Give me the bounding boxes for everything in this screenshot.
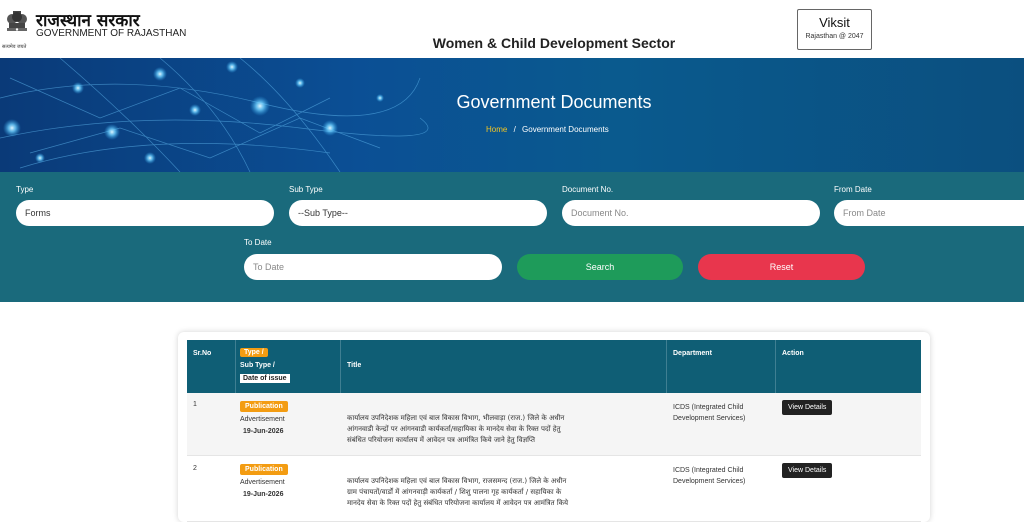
breadcrumb-separator: / (513, 125, 516, 134)
to-date-label: To Date (244, 238, 272, 247)
filter-panel: Type Forms Sub Type --Sub Type-- Documen… (0, 172, 1024, 302)
row-srno: 2 (193, 465, 197, 472)
subtype-label: Sub Type (289, 185, 323, 194)
viksit-title: Viksit (819, 15, 850, 30)
view-details-button[interactable]: View Details (782, 400, 833, 415)
view-details-button[interactable]: View Details (782, 463, 833, 478)
row-type-badge: Publication (240, 401, 288, 412)
type-select[interactable]: Forms (16, 200, 274, 226)
row-title[interactable]: कार्यालय उपनिदेशक महिला एवं बाल विकास वि… (347, 476, 568, 509)
subtype-select[interactable]: --Sub Type-- (289, 200, 547, 226)
header-srno-label: Sr.No (193, 350, 212, 357)
header-action-label: Action (782, 350, 804, 357)
page-title: Government Documents (456, 92, 652, 112)
row-title-line: संबंधित परियोजना कार्यालय में आवेदन पत्र… (347, 436, 536, 444)
to-date-input[interactable]: To Date (244, 254, 502, 280)
type-label: Type (16, 185, 34, 194)
row-title-line: कार्यालय उपनिदेशक महिला एवं बाल विकास वि… (347, 414, 565, 422)
network-background-graphic (0, 58, 1024, 172)
row-subtype: Advertisement (240, 416, 285, 423)
search-button[interactable]: Search (517, 254, 683, 280)
table-row: 1 Publication Advertisement 19-Jun-2026 … (187, 393, 921, 456)
row-date: 19-Jun-2026 (243, 428, 284, 435)
page-banner: Government Documents Home / Government D… (0, 58, 1024, 172)
header-srno: Sr.No (187, 340, 236, 393)
row-department-line: Development Services) (673, 415, 746, 422)
breadcrumb-current: Government Documents (522, 125, 609, 134)
header-title-label: Title (347, 362, 362, 369)
row-department-line: ICDS (Integrated Child (673, 467, 744, 474)
viksit-rajasthan-logo[interactable]: Viksit Rajasthan @ 2047 (797, 9, 872, 50)
row-title-line: मानदेय सेवा के रिक्त पदों हेतु संबंधित प… (347, 499, 569, 507)
breadcrumb-home-link[interactable]: Home (486, 125, 507, 134)
header-type: Type / Sub Type / Date of issue (236, 340, 341, 393)
row-srno: 1 (193, 401, 197, 408)
header-title: Title (341, 340, 667, 393)
header-action: Action (776, 340, 921, 393)
table-header: Sr.No Type / Sub Type / Date of issue Ti… (187, 340, 921, 393)
header-subtype-label: Sub Type / (240, 362, 275, 369)
breadcrumb: Home / Government Documents (486, 125, 609, 134)
row-department: ICDS (Integrated Child Development Servi… (673, 402, 745, 424)
reset-button[interactable]: Reset (698, 254, 865, 280)
documents-table-card: Sr.No Type / Sub Type / Date of issue Ti… (178, 332, 930, 522)
row-date: 19-Jun-2026 (243, 491, 284, 498)
row-type-badge: Publication (240, 464, 288, 475)
from-date-label: From Date (834, 185, 872, 194)
from-date-input[interactable]: From Date (834, 200, 1024, 226)
header-department: Department (667, 340, 776, 393)
header-type-label: Type / (240, 348, 268, 357)
row-title-line: ग्राम पंचायतों/वार्डों में आंगनवाड़ी कार… (347, 488, 562, 496)
row-title-line: आंगनवाडी केन्द्रों पर आंगनवाडी कार्यकर्त… (347, 425, 561, 433)
table-row: 2 Publication Advertisement 19-Jun-2026 … (187, 456, 921, 522)
row-title-line: कार्यालय उपनिदेशक महिला एवं बाल विकास वि… (347, 477, 567, 485)
row-subtype: Advertisement (240, 479, 285, 486)
viksit-subtitle: Rajasthan @ 2047 (805, 33, 864, 40)
row-department-line: Development Services) (673, 478, 746, 485)
row-department-line: ICDS (Integrated Child (673, 404, 744, 411)
top-header: सत्यमेव जयते राजस्थान सरकार GOVERNMENT O… (0, 0, 1024, 58)
document-number-input[interactable]: Document No. (562, 200, 820, 226)
document-number-label: Document No. (562, 185, 614, 194)
row-department: ICDS (Integrated Child Development Servi… (673, 465, 745, 487)
header-date-label: Date of issue (240, 374, 290, 383)
row-title[interactable]: कार्यालय उपनिदेशक महिला एवं बाल विकास वि… (347, 413, 564, 446)
header-department-label: Department (673, 350, 712, 357)
